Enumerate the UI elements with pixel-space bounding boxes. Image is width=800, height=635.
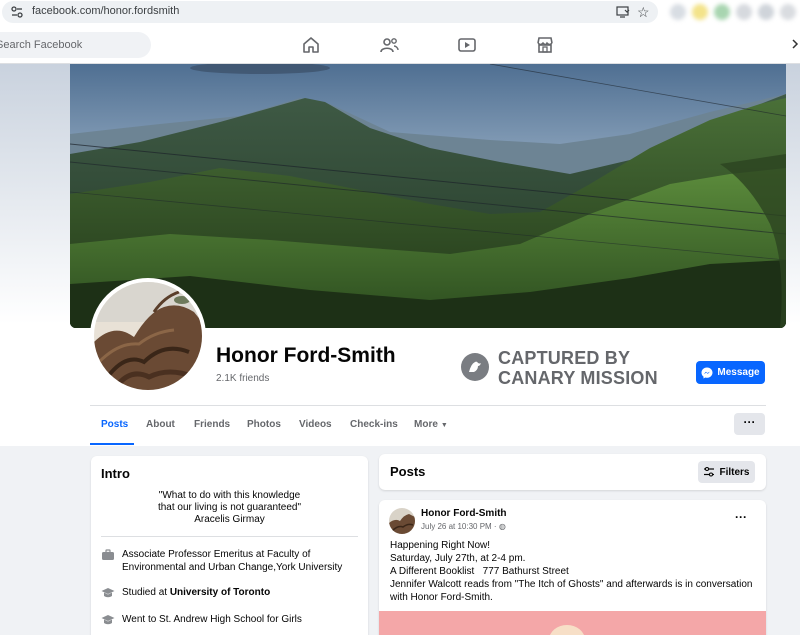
intro-card: Intro "What to do with this knowledge th… [91, 456, 368, 635]
post-line: Saturday, July 27th, at 2-4 pm. [390, 553, 526, 564]
site-settings-icon[interactable] [10, 5, 24, 19]
post-image[interactable] [379, 611, 766, 635]
bio-line: "What to do with this knowledge [158, 490, 301, 501]
tab-about[interactable]: About [146, 419, 175, 430]
tabs-divider [90, 405, 766, 406]
post-options-button[interactable]: ··· [735, 510, 747, 524]
post-card: Honor Ford-Smith July 26 at 10:30 PM · ◍… [379, 500, 766, 635]
active-tab-indicator [90, 443, 134, 445]
tab-check-ins[interactable]: Check-ins [350, 419, 398, 430]
tab-posts[interactable]: Posts [101, 419, 128, 430]
bio-line: that our living is not guaranteed" [157, 502, 302, 513]
profile-more-options-button[interactable]: ··· [734, 413, 765, 435]
extension-icon[interactable] [758, 4, 774, 20]
extension-icon[interactable] [736, 4, 752, 20]
profile-header: Honor Ford-Smith 2.1K friends CAPTURED B… [0, 64, 800, 446]
browser-address-bar: facebook.com/honor.fordsmith ☆ [0, 0, 800, 26]
intro-divider [101, 536, 358, 537]
caret-down-icon: ▼ [440, 422, 448, 429]
home-icon[interactable] [301, 35, 321, 55]
messenger-icon [701, 367, 713, 378]
bio-author: Aracelis Girmay [194, 514, 265, 525]
post-line: A Different Booklist 777 Bathurst Street [390, 566, 569, 577]
studied-prefix: Studied at [122, 587, 168, 598]
message-button-label: Message [717, 367, 760, 378]
filters-label: Filters [719, 466, 750, 478]
post-timestamp[interactable]: July 26 at 10:30 PM · ◍ [421, 522, 506, 531]
post-author-avatar[interactable] [389, 508, 415, 534]
friends-icon[interactable] [379, 35, 399, 55]
facebook-top-nav [0, 26, 800, 64]
graduation-cap-icon [101, 588, 115, 598]
graduation-cap-icon [101, 615, 115, 625]
filters-button[interactable]: Filters [698, 461, 755, 483]
extension-icon[interactable] [670, 4, 686, 20]
scroll-right-icon[interactable] [790, 34, 800, 54]
search-input[interactable] [0, 32, 130, 58]
friends-count[interactable]: 2.1K friends [216, 373, 269, 384]
posts-title: Posts [390, 464, 426, 479]
canary-bird-icon [461, 353, 489, 381]
extension-icon[interactable] [780, 4, 796, 20]
tab-videos[interactable]: Videos [299, 419, 332, 430]
extension-icon[interactable] [714, 4, 730, 20]
intro-bio: "What to do with this knowledge that our… [91, 490, 368, 526]
video-icon[interactable] [457, 35, 477, 55]
post-text: Happening Right Now! Saturday, July 27th… [390, 539, 760, 604]
posts-header-card: Posts Filters [379, 454, 766, 490]
intro-title: Intro [101, 466, 130, 481]
globe-icon: ◍ [498, 522, 506, 531]
stamp-line-2: CANARY MISSION [498, 368, 658, 388]
search-box[interactable] [0, 32, 151, 58]
message-button[interactable]: Message [696, 361, 765, 384]
briefcase-icon [102, 549, 114, 560]
bookmark-star-icon[interactable]: ☆ [637, 3, 650, 21]
url-text[interactable]: facebook.com/honor.fordsmith [32, 5, 179, 17]
work-text: Associate Professor Emeritus at Faculty … [122, 549, 343, 573]
filters-icon [704, 466, 715, 477]
canary-mission-stamp: CAPTURED BY CANARY MISSION [458, 348, 688, 388]
profile-name: Honor Ford-Smith [216, 344, 396, 367]
marketplace-icon[interactable] [535, 35, 555, 55]
tab-photos[interactable]: Photos [247, 419, 281, 430]
tab-friends[interactable]: Friends [194, 419, 230, 430]
highschool-text: Went to St. Andrew High School for Girls [122, 614, 302, 625]
post-time-text: July 26 at 10:30 PM · [421, 522, 497, 531]
profile-picture[interactable] [90, 278, 206, 394]
stamp-line-1: CAPTURED BY [498, 348, 631, 368]
tab-more[interactable]: More ▼ [414, 419, 448, 430]
post-image-subject [549, 625, 585, 635]
university-link[interactable]: University of Toronto [170, 587, 270, 598]
post-line: Happening Right Now! [390, 540, 491, 551]
url-field[interactable]: facebook.com/honor.fordsmith ☆ [2, 1, 658, 23]
education-text: Studied at University of Toronto [122, 586, 358, 599]
extension-icon[interactable] [692, 4, 708, 20]
post-author-name[interactable]: Honor Ford-Smith [421, 508, 507, 519]
tab-more-label: More [414, 419, 438, 430]
install-app-icon[interactable] [616, 5, 630, 19]
post-line: Jennifer Walcott reads from "The Itch of… [390, 579, 753, 603]
